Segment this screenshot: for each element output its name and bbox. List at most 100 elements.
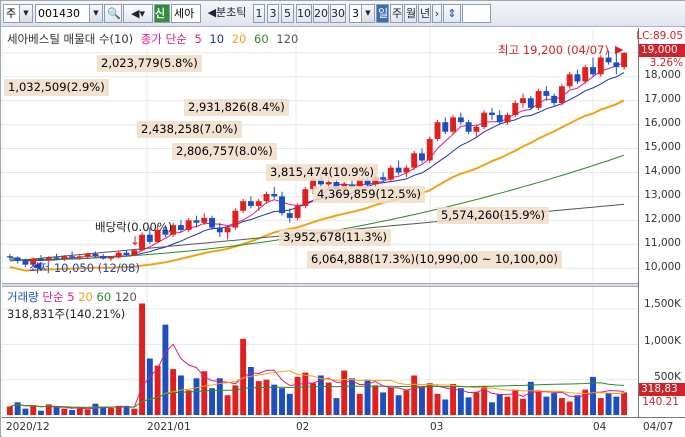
arrow-left-icon: ◀ xyxy=(33,259,42,272)
arrow-right-icon: ▶ xyxy=(615,43,624,56)
x-tick: 2020/12 xyxy=(6,421,50,433)
interval-5-label: 5 xyxy=(284,7,291,20)
interval-30-button[interactable]: 30 xyxy=(330,4,346,23)
volume-legend-title: 거래량 xyxy=(7,290,39,304)
candle-body xyxy=(558,86,565,104)
updown-arrow-icon: ⇕ xyxy=(447,7,457,20)
candle-body xyxy=(92,253,99,257)
volume-bar xyxy=(84,409,91,415)
volume-bar xyxy=(162,324,169,415)
volume-bar xyxy=(177,375,184,415)
interval-1-label: 1 xyxy=(255,7,263,20)
candle-body xyxy=(512,103,519,115)
volume-bar xyxy=(76,408,83,415)
legend-title: 세아베스틸 매물대 수(10) xyxy=(7,32,134,46)
price-tick: 17,000 xyxy=(644,93,681,105)
candle-body xyxy=(488,112,495,115)
price-legend: 세아베스틸 매물대 수(10) 종가 단순 5 10 20 60 120 xyxy=(7,31,302,47)
search-icon: 🔍 xyxy=(107,7,121,20)
candle-body xyxy=(582,67,589,82)
volume-tick: 500K xyxy=(654,371,681,383)
extra-input[interactable] xyxy=(462,4,491,23)
volume-bar xyxy=(279,388,285,415)
volume-bar xyxy=(325,382,332,415)
candle-body xyxy=(209,217,215,228)
candle-body xyxy=(597,57,604,75)
chevron-down-icon: ▼ xyxy=(361,5,374,22)
volume-legend-ma60: 60 xyxy=(96,290,112,304)
candle-body xyxy=(115,252,122,258)
interval-20-button[interactable]: 20 xyxy=(313,4,329,23)
volume-bar xyxy=(286,393,293,415)
volume-bar xyxy=(457,388,464,415)
candle-body xyxy=(473,126,480,132)
volume-bar xyxy=(574,395,581,415)
volume-bar xyxy=(426,383,433,415)
volume-bar xyxy=(193,378,200,415)
legend-ma120: 120 xyxy=(276,32,299,46)
price-tick: 18,000 xyxy=(644,69,681,81)
price-tick: 12,000 xyxy=(644,213,681,225)
market-select[interactable]: 주 ▼ xyxy=(3,4,33,23)
candle-body xyxy=(240,201,247,211)
volume-bar xyxy=(61,408,68,415)
sound-button[interactable]: ◀▾ xyxy=(123,4,153,23)
interval-20-label: 20 xyxy=(314,7,328,20)
interval-30-label: 30 xyxy=(331,7,345,20)
candle-body xyxy=(380,177,387,180)
volume-profile-label: 4,369,859(12.5%) xyxy=(313,186,426,203)
next-button[interactable]: › xyxy=(432,4,442,23)
candle-body xyxy=(613,62,620,68)
volume-bar xyxy=(395,395,402,415)
interval-10-button[interactable]: 10 xyxy=(296,4,312,23)
updown-button[interactable]: ⇕ xyxy=(443,4,461,23)
volume-bar xyxy=(380,392,387,415)
volume-bar xyxy=(30,405,37,415)
price-tick: 15,000 xyxy=(644,141,681,153)
candle-body xyxy=(185,220,192,230)
legend-ma-label: 종가 단순 xyxy=(140,32,187,46)
interval-select[interactable]: 3 ▼ xyxy=(349,4,375,23)
volume-bar xyxy=(349,378,355,415)
speaker-icon: ◀▾ xyxy=(131,7,145,20)
period-year-button[interactable]: 년 xyxy=(418,4,431,23)
period-day-button[interactable]: 일 xyxy=(376,4,389,23)
volume-bar xyxy=(6,406,13,415)
interval-3-button[interactable]: 3 xyxy=(267,4,279,23)
right-axis[interactable]: LC:89.05 19,000 3.26% 18,000 17,000 16,0… xyxy=(636,28,685,417)
price-tick: 14,000 xyxy=(644,165,681,177)
period-intraday-button[interactable]: ◀분초틱 xyxy=(202,4,252,23)
candle-body xyxy=(216,227,223,233)
volume-bar xyxy=(22,408,29,415)
volume-profile-label: 2,806,757(8.0%) xyxy=(172,143,277,160)
stock-code-input[interactable]: 001430 ▼ xyxy=(35,4,103,23)
candle-body xyxy=(131,250,138,256)
chevron-right-icon: › xyxy=(434,7,440,20)
period-week-button[interactable]: 주 xyxy=(390,4,403,23)
x-tick: 2021/01 xyxy=(147,421,191,433)
volume-bar xyxy=(224,395,231,415)
volume-bar xyxy=(294,376,301,415)
search-button[interactable]: 🔍 xyxy=(104,4,122,23)
candle-body xyxy=(325,182,332,185)
volume-bar xyxy=(356,393,363,415)
candle-body xyxy=(6,256,13,258)
volume-bar xyxy=(411,375,418,415)
volume-bar xyxy=(364,379,371,415)
volume-bar xyxy=(154,365,161,415)
volume-bar xyxy=(543,396,550,415)
interval-5-button[interactable]: 5 xyxy=(281,4,294,23)
volume-bar xyxy=(209,388,215,415)
stock-name: 세아 xyxy=(174,7,195,20)
x-axis[interactable]: 2020/12 2021/01 02 03 04 04/07 xyxy=(2,417,685,437)
volume-tick: 1,000K xyxy=(644,335,681,347)
volume-bar xyxy=(139,303,146,415)
candle-body xyxy=(551,95,558,104)
period-month-button[interactable]: 월 xyxy=(404,4,417,23)
candle-body xyxy=(543,91,550,96)
candle-body xyxy=(605,57,612,63)
candle-body xyxy=(403,167,410,173)
chevron-down-icon: ▼ xyxy=(89,5,102,22)
legend-ma20: 20 xyxy=(231,32,247,46)
interval-1-button[interactable]: 1 xyxy=(253,4,265,23)
